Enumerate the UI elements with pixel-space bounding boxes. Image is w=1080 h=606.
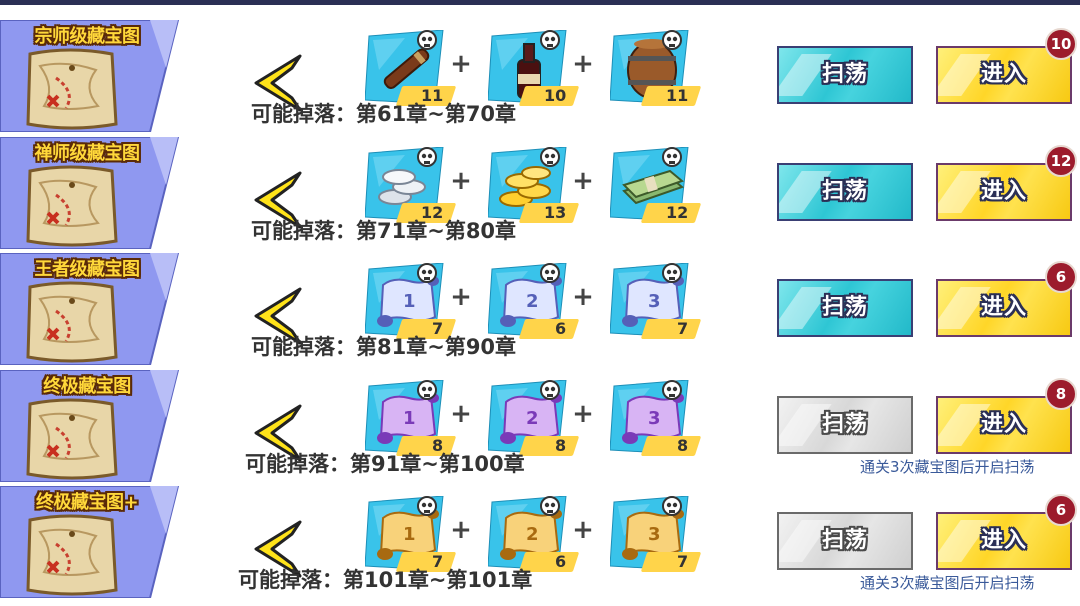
- sweep-unlock-hint: 通关3次藏宝图后开启扫荡: [860, 574, 1035, 592]
- sweep-button-label: 扫荡: [821, 179, 868, 204]
- sweep-button[interactable]: 扫荡: [777, 512, 913, 570]
- item-quantity-badge: 8: [640, 436, 702, 456]
- treasure-map-row: 终极藏宝图+ 1 7 +2 6 +3 7 可能掉落：第101章~第101章 扫荡 进入 6 通关3次藏…: [0, 466, 1080, 598]
- required-item[interactable]: 12: [610, 147, 702, 225]
- svg-text:3: 3: [648, 291, 661, 312]
- plus-icon: +: [572, 49, 594, 79]
- item-quantity-badge: 10: [518, 86, 580, 106]
- sweep-button[interactable]: 扫荡: [777, 163, 913, 221]
- treasure-map-card: 宗师级藏宝图: [0, 20, 180, 132]
- sweep-button-label: 扫荡: [821, 295, 868, 320]
- plus-icon: +: [572, 515, 594, 545]
- treasure-map-row: 禅师级藏宝图 12 +13 +12 可能掉落：第71章~第80章 扫荡 进入 12: [0, 117, 1080, 249]
- treasure-map-row: 终极藏宝图 1 8 +2 8 +3 8 可能掉落：第91章~第100章 扫荡 进入 8 通关3次藏宝图…: [0, 350, 1080, 482]
- required-item[interactable]: 28: [488, 380, 580, 458]
- item-quantity-badge: 13: [518, 203, 580, 223]
- attempts-badge: 6: [1045, 261, 1077, 293]
- svg-text:2: 2: [526, 524, 539, 545]
- svg-text:2: 2: [526, 291, 539, 312]
- item-quantity: 7: [676, 319, 688, 338]
- attempts-badge: 8: [1045, 378, 1077, 410]
- item-quantity: 6: [554, 552, 566, 571]
- item-quantity-badge: 7: [640, 319, 702, 339]
- plus-icon: +: [450, 399, 472, 429]
- map-title: 终极藏宝图+: [35, 492, 139, 513]
- plus-icon: +: [572, 282, 594, 312]
- required-item[interactable]: 26: [488, 496, 580, 574]
- sweep-button[interactable]: 扫荡: [777, 396, 913, 454]
- required-item[interactable]: 17: [365, 263, 457, 341]
- map-title: 王者级藏宝图: [34, 259, 141, 280]
- map-title: 终极藏宝图: [43, 376, 131, 397]
- item-quantity-badge: 6: [518, 319, 580, 339]
- sweep-button[interactable]: 扫荡: [777, 279, 913, 337]
- item-quantity-badge: 8: [518, 436, 580, 456]
- svg-text:2: 2: [526, 408, 539, 429]
- plus-icon: +: [450, 282, 472, 312]
- item-quantity-badge: 12: [640, 203, 702, 223]
- svg-text:1: 1: [403, 291, 416, 312]
- item-quantity: 6: [554, 319, 566, 338]
- svg-text:3: 3: [648, 524, 661, 545]
- attempts-badge: 12: [1045, 145, 1077, 177]
- required-item[interactable]: 10: [488, 30, 580, 108]
- item-quantity-badge: 11: [640, 86, 702, 106]
- sweep-button-label: 扫荡: [821, 62, 868, 87]
- attempts-badge: 10: [1045, 28, 1077, 60]
- plus-icon: +: [450, 166, 472, 196]
- required-item[interactable]: 38: [610, 380, 702, 458]
- item-quantity: 13: [543, 203, 566, 222]
- required-item[interactable]: 11: [365, 30, 457, 108]
- plus-icon: +: [450, 49, 472, 79]
- svg-text:3: 3: [648, 408, 661, 429]
- treasure-map-card: 终极藏宝图+: [0, 486, 180, 598]
- item-quantity: 7: [676, 552, 688, 571]
- treasure-map-card: 王者级藏宝图: [0, 253, 180, 365]
- sweep-button-label: 扫荡: [821, 412, 868, 437]
- item-quantity-badge: 7: [640, 552, 702, 572]
- required-item[interactable]: 26: [488, 263, 580, 341]
- treasure-map-row: 宗师级藏宝图 11 +10 +11 可能掉落：第61章~第70章 扫荡 进入 10: [0, 0, 1080, 132]
- required-item[interactable]: 13: [488, 147, 580, 225]
- item-quantity: 8: [676, 436, 688, 455]
- required-item[interactable]: 18: [365, 380, 457, 458]
- sweep-button-label: 扫荡: [821, 528, 868, 553]
- svg-text:1: 1: [403, 408, 416, 429]
- map-title: 禅师级藏宝图: [34, 143, 141, 164]
- required-item[interactable]: 17: [365, 496, 457, 574]
- required-item[interactable]: 11: [610, 30, 702, 108]
- possible-drop-text: 可能掉落：第101章~第101章: [238, 568, 533, 592]
- plus-icon: +: [572, 166, 594, 196]
- item-quantity: 12: [665, 203, 688, 222]
- attempts-badge: 6: [1045, 494, 1077, 526]
- required-item[interactable]: 37: [610, 496, 702, 574]
- required-item[interactable]: 37: [610, 263, 702, 341]
- treasure-map-row: 王者级藏宝图 1 7 +2 6 +3 7 可能掉落：第81章~第90章 扫荡 进入 6: [0, 233, 1080, 365]
- svg-text:1: 1: [403, 524, 416, 545]
- sweep-button[interactable]: 扫荡: [777, 46, 913, 104]
- plus-icon: +: [450, 515, 472, 545]
- item-quantity: 11: [665, 86, 688, 105]
- item-quantity: 8: [554, 436, 566, 455]
- map-title: 宗师级藏宝图: [34, 26, 141, 47]
- plus-icon: +: [572, 399, 594, 429]
- required-item[interactable]: 12: [365, 147, 457, 225]
- item-quantity: 10: [543, 86, 566, 105]
